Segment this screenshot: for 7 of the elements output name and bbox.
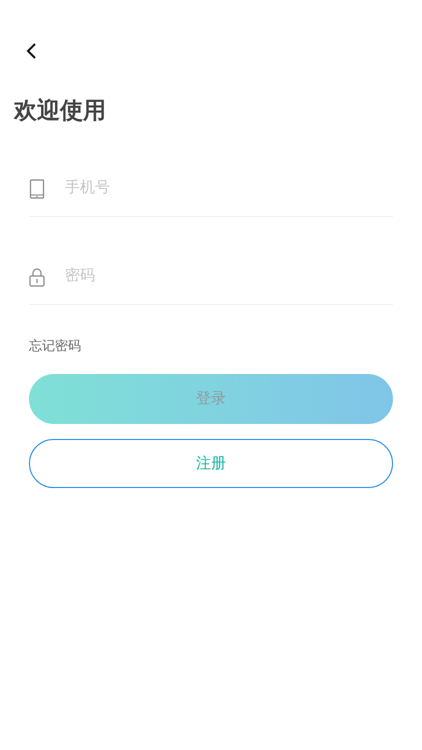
phone-icon: [29, 178, 45, 198]
page-title: 欢迎使用: [14, 97, 107, 126]
password-field[interactable]: 密码: [65, 264, 393, 286]
phone-field[interactable]: 手机号: [65, 176, 393, 198]
register-button[interactable]: 注册: [29, 438, 393, 488]
lock-icon: [29, 266, 45, 286]
forgot-password-link[interactable]: 忘记密码: [29, 336, 81, 356]
